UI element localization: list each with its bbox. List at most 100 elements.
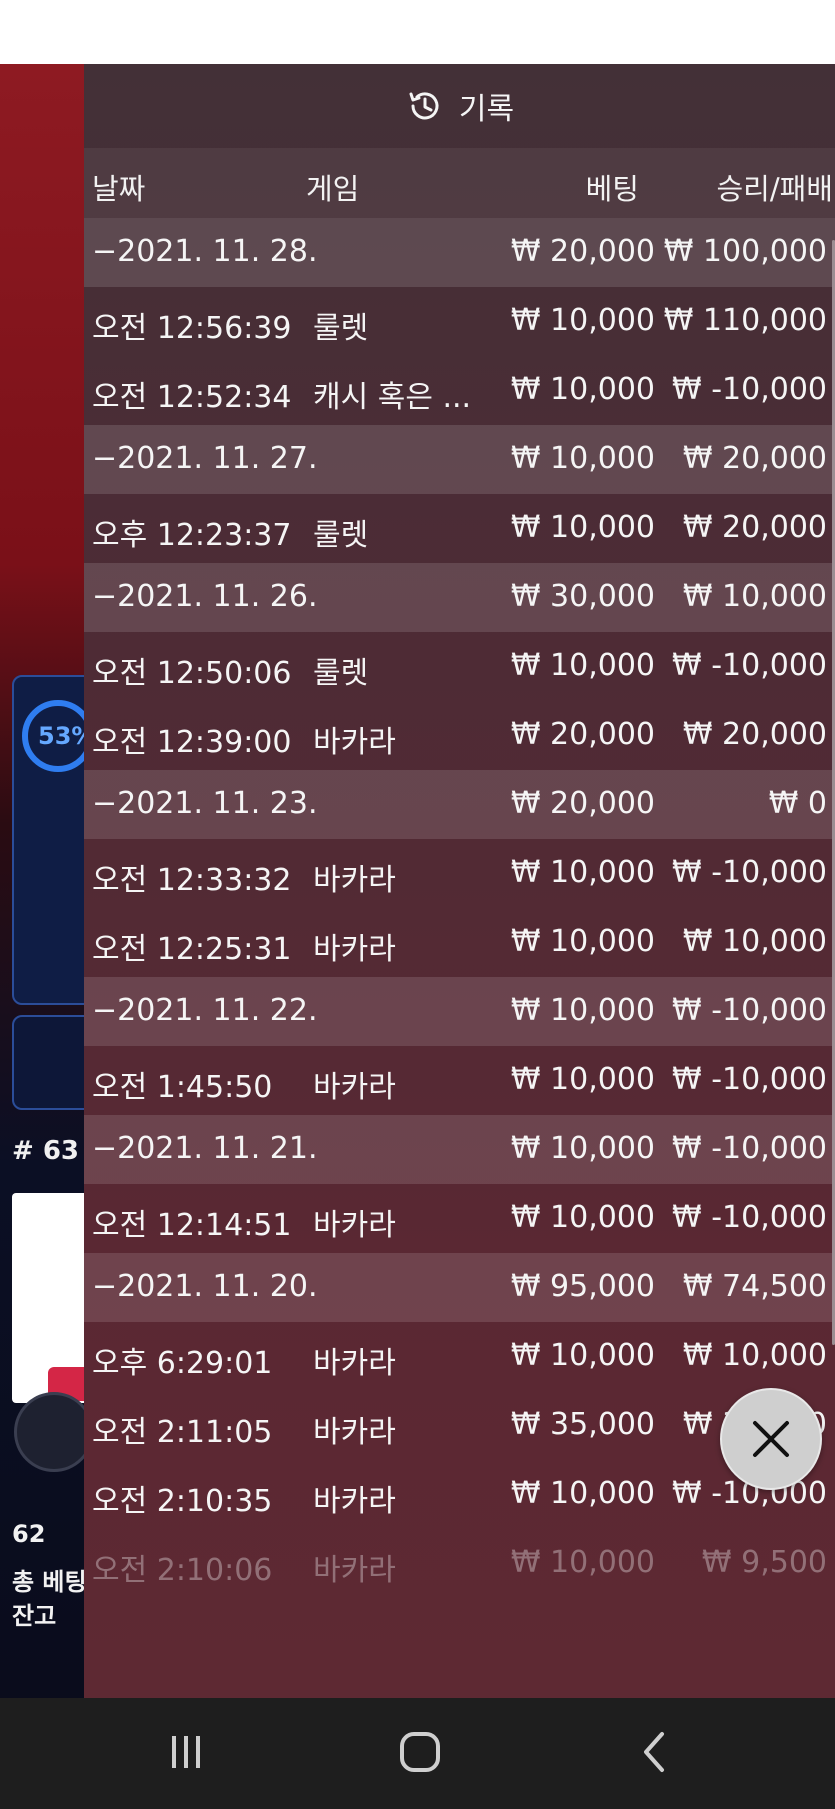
group-date: −2021. 11. 21. — [92, 1131, 318, 1166]
history-row: 오전 12:25:31 바카라 ₩ 10,000 ₩ 10,000 — [84, 908, 835, 977]
history-row: 오후 6:29:01 바카라 ₩ 10,000 ₩ 10,000 — [84, 1322, 835, 1391]
row-result: ₩ -10,000 — [672, 648, 827, 683]
row-time: 오전 12:52:34 — [92, 380, 292, 415]
group-result-total: ₩ 20,000 — [682, 441, 827, 476]
row-bet: ₩ 35,000 — [510, 1407, 655, 1442]
row-bet: ₩ 10,000 — [510, 1062, 655, 1097]
close-icon — [753, 1421, 789, 1457]
history-row: 오전 12:52:34 캐시 혹은 ... ₩ 10,000 ₩ -10,000 — [84, 356, 835, 425]
row-result: ₩ 10,000 — [682, 924, 827, 959]
row-bet: ₩ 10,000 — [510, 1338, 655, 1373]
row-result: ₩ 20,000 — [682, 717, 827, 752]
group-bet-total: ₩ 10,000 — [510, 993, 655, 1028]
column-bet: 베팅 — [585, 172, 639, 206]
row-game: 바카라 — [313, 932, 396, 967]
group-result-total: ₩ -10,000 — [672, 1131, 827, 1166]
background-chip-icon — [14, 1392, 94, 1472]
android-navigation-bar — [0, 1698, 835, 1809]
row-time: 오전 2:10:35 — [92, 1484, 273, 1519]
history-header: 기록 — [84, 64, 835, 148]
group-result-total: ₩ -10,000 — [672, 993, 827, 1028]
date-group-row[interactable]: −2021. 11. 28. ₩ 20,000 ₩ 100,000 — [84, 218, 835, 287]
group-bet-total: ₩ 95,000 — [510, 1269, 655, 1304]
group-date: −2021. 11. 26. — [92, 579, 318, 614]
group-bet-total: ₩ 20,000 — [510, 234, 655, 269]
history-column-header: 날짜 게임 베팅 승리/패배 — [84, 148, 835, 218]
row-result: ₩ 10,000 — [682, 1338, 827, 1373]
row-time: 오전 12:39:00 — [92, 725, 292, 760]
background-balance-label: 잔고 — [12, 1602, 57, 1630]
row-time: 오전 12:33:32 — [92, 863, 292, 898]
row-game: 바카라 — [313, 863, 396, 898]
close-button[interactable] — [720, 1388, 822, 1490]
date-group-row[interactable]: −2021. 11. 20. ₩ 95,000 ₩ 74,500 — [84, 1253, 835, 1322]
date-group-row[interactable]: −2021. 11. 27. ₩ 10,000 ₩ 20,000 — [84, 425, 835, 494]
row-bet: ₩ 10,000 — [510, 648, 655, 683]
column-result: 승리/패배 — [716, 172, 834, 206]
history-row: 오후 12:23:37 룰렛 ₩ 10,000 ₩ 20,000 — [84, 494, 835, 563]
history-row: 오전 12:56:39 룰렛 ₩ 10,000 ₩ 110,000 — [84, 287, 835, 356]
history-title: 기록 — [458, 92, 515, 127]
history-row: 오전 12:33:32 바카라 ₩ 10,000 ₩ -10,000 — [84, 839, 835, 908]
row-time: 오전 12:56:39 — [92, 311, 292, 346]
row-bet: ₩ 10,000 — [510, 372, 655, 407]
group-result-total: ₩ 100,000 — [663, 234, 827, 269]
row-result: ₩ -10,000 — [672, 1062, 827, 1097]
recent-apps-icon — [172, 1736, 200, 1768]
row-game: 바카라 — [313, 1070, 396, 1105]
history-row: 오전 12:50:06 룰렛 ₩ 10,000 ₩ -10,000 — [84, 632, 835, 701]
row-game: 바카라 — [313, 1208, 396, 1243]
row-game: 룰렛 — [313, 311, 369, 346]
group-date: −2021. 11. 28. — [92, 234, 318, 269]
column-date: 날짜 — [92, 172, 146, 206]
row-game: 바카라 — [313, 1553, 396, 1588]
row-bet: ₩ 20,000 — [510, 717, 655, 752]
back-button[interactable] — [624, 1722, 684, 1782]
row-result: ₩ -10,000 — [672, 1200, 827, 1235]
home-button[interactable] — [390, 1722, 450, 1782]
row-time: 오전 2:11:05 — [92, 1415, 273, 1450]
row-bet: ₩ 10,000 — [510, 1200, 655, 1235]
row-bet: ₩ 10,000 — [510, 924, 655, 959]
row-game: 캐시 혹은 ... — [313, 380, 472, 415]
status-bar-area — [0, 0, 835, 64]
history-row: 오전 12:14:51 바카라 ₩ 10,000 ₩ -10,000 — [84, 1184, 835, 1253]
history-row: 오전 1:45:50 바카라 ₩ 10,000 ₩ -10,000 — [84, 1046, 835, 1115]
history-row: 오전 2:10:35 바카라 ₩ 10,000 ₩ -10,000 — [84, 1460, 835, 1529]
group-result-total: ₩ 0 — [768, 786, 827, 821]
row-game: 바카라 — [313, 1415, 396, 1450]
date-group-row[interactable]: −2021. 11. 22. ₩ 10,000 ₩ -10,000 — [84, 977, 835, 1046]
back-icon — [644, 1732, 664, 1772]
date-group-row[interactable]: −2021. 11. 26. ₩ 30,000 ₩ 10,000 — [84, 563, 835, 632]
row-result: ₩ 110,000 — [663, 303, 827, 338]
date-group-row[interactable]: −2021. 11. 21. ₩ 10,000 ₩ -10,000 — [84, 1115, 835, 1184]
row-result: ₩ 9,500 — [701, 1545, 827, 1580]
group-date: −2021. 11. 23. — [92, 786, 318, 821]
date-group-row[interactable]: −2021. 11. 23. ₩ 20,000 ₩ 0 — [84, 770, 835, 839]
history-icon — [409, 92, 439, 120]
row-game: 바카라 — [313, 1346, 396, 1381]
group-result-total: ₩ 10,000 — [682, 579, 827, 614]
group-result-total: ₩ 74,500 — [682, 1269, 827, 1304]
row-game: 룰렛 — [313, 518, 369, 553]
row-result: ₩ -10,000 — [672, 855, 827, 890]
row-bet: ₩ 10,000 — [510, 303, 655, 338]
history-list[interactable]: −2021. 11. 28. ₩ 20,000 ₩ 100,000 오전 12:56:… — [84, 218, 835, 1598]
history-row: 오전 2:10:06 바카라 ₩ 10,000 ₩ 9,500 — [84, 1529, 835, 1598]
row-game: 바카라 — [313, 725, 396, 760]
row-time: 오전 2:10:06 — [92, 1553, 273, 1588]
column-game: 게임 — [306, 172, 360, 206]
recent-apps-button[interactable] — [156, 1722, 216, 1782]
background-players: 62 — [12, 1520, 46, 1548]
row-time: 오전 12:25:31 — [92, 932, 292, 967]
home-icon — [400, 1732, 440, 1772]
group-bet-total: ₩ 30,000 — [510, 579, 655, 614]
group-bet-total: ₩ 20,000 — [510, 786, 655, 821]
row-game: 룰렛 — [313, 656, 369, 691]
background-total-bet-label: 총 베팅 — [12, 1568, 87, 1596]
group-bet-total: ₩ 10,000 — [510, 441, 655, 476]
row-time: 오후 6:29:01 — [92, 1346, 273, 1381]
row-result: ₩ 20,000 — [682, 510, 827, 545]
row-result: ₩ -10,000 — [672, 372, 827, 407]
row-bet: ₩ 10,000 — [510, 1476, 655, 1511]
